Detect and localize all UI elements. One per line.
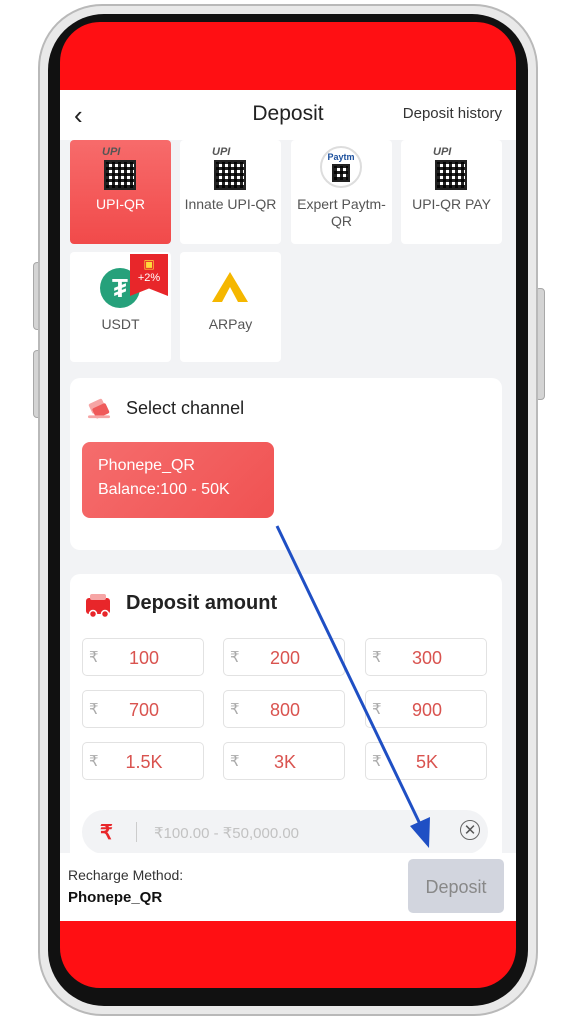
method-innate-upi-qr[interactable]: UPI Innate UPI-QR (180, 140, 281, 244)
preset-value: 5K (415, 752, 439, 772)
upi-logo-icon: UPI (102, 146, 121, 158)
select-channel-card: Select channel Phonepe_QR Balance:100 - … (70, 378, 502, 550)
gift-icon: ▣ (143, 257, 155, 271)
channel-option-balance: Balance:100 - 50K (98, 481, 230, 498)
wallet-icon (86, 594, 110, 618)
amount-preset-700[interactable]: ₹700 (82, 690, 204, 728)
arpay-logo-icon (212, 272, 248, 302)
method-label: USDT (101, 316, 140, 332)
bottom-bar: Recharge Method: Phonepe_QR Deposit (60, 853, 516, 921)
qr-code-icon (104, 160, 136, 190)
amount-input-row: ₹ ✕ (82, 810, 488, 854)
amount-input[interactable] (152, 818, 436, 848)
method-label: UPI-QR PAY (412, 196, 491, 212)
recharge-method-label: Recharge Method: (68, 867, 184, 883)
bonus-text: +2% (137, 272, 161, 284)
method-label: ARPay (208, 316, 253, 332)
channel-option-name: Phonepe_QR (98, 457, 195, 474)
app-header: ‹ Deposit Deposit history (60, 90, 516, 140)
preset-value: 1.5K (125, 752, 163, 772)
upi-logo-icon: UPI (433, 146, 452, 158)
amount-preset-1-5k[interactable]: ₹1.5K (82, 742, 204, 780)
recharge-method-value: Phonepe_QR (68, 889, 163, 906)
qr-code-icon (332, 164, 350, 182)
preset-value: 900 (411, 700, 443, 720)
select-channel-title: Select channel (126, 398, 245, 418)
deposit-amount-card: Deposit amount ₹100 ₹200 ₹300 ₹700 ₹800 … (70, 574, 502, 874)
deposit-history-link[interactable]: Deposit history (403, 105, 502, 122)
preset-value: 800 (269, 700, 301, 720)
preset-value: 200 (269, 648, 301, 668)
amount-preset-800[interactable]: ₹800 (223, 690, 345, 728)
deposit-button[interactable]: Deposit (408, 859, 504, 913)
method-upi-qr-pay[interactable]: UPI UPI-QR PAY (401, 140, 502, 244)
amount-preset-300[interactable]: ₹300 (365, 638, 487, 676)
paytm-logo-text: Paytm (327, 152, 355, 162)
amount-preset-5k[interactable]: ₹5K (365, 742, 487, 780)
qr-code-icon (435, 160, 467, 190)
channel-card-icon (88, 398, 110, 419)
method-arpay[interactable]: ARPay (180, 252, 281, 362)
phone-screen: ‹ Deposit Deposit history UPI UPI-QR UPI… (60, 22, 516, 988)
method-label: UPI-QR (96, 196, 145, 212)
amount-preset-3k[interactable]: ₹3K (223, 742, 345, 780)
method-expert-paytm-qr[interactable]: Paytm Expert Paytm-QR (291, 140, 392, 244)
method-upi-qr[interactable]: UPI UPI-QR (70, 140, 171, 244)
amount-preset-100[interactable]: ₹100 (82, 638, 204, 676)
method-label: Innate UPI-QR (184, 196, 277, 212)
qr-code-icon (214, 160, 246, 190)
rupee-icon: ₹ (100, 822, 113, 844)
preset-value: 700 (128, 700, 160, 720)
channel-option-phonepe-qr[interactable]: Phonepe_QR Balance:100 - 50K (82, 442, 274, 518)
amount-preset-900[interactable]: ₹900 (365, 690, 487, 728)
method-usdt[interactable]: ₮ ▣ +2% USDT (70, 252, 171, 362)
deposit-app: ‹ Deposit Deposit history UPI UPI-QR UPI… (60, 90, 516, 921)
paytm-logo-icon: Paytm (320, 146, 362, 188)
preset-value: 300 (411, 648, 443, 668)
amount-preset-200[interactable]: ₹200 (223, 638, 345, 676)
upi-logo-icon: UPI (212, 146, 231, 158)
input-divider (136, 822, 137, 842)
bonus-badge: ▣ +2% (130, 254, 168, 296)
deposit-amount-title: Deposit amount (126, 592, 278, 614)
preset-value: 100 (128, 648, 160, 668)
method-label: Expert Paytm-QR (297, 196, 386, 229)
preset-value: 3K (273, 752, 297, 772)
clear-icon[interactable]: ✕ (460, 820, 480, 840)
